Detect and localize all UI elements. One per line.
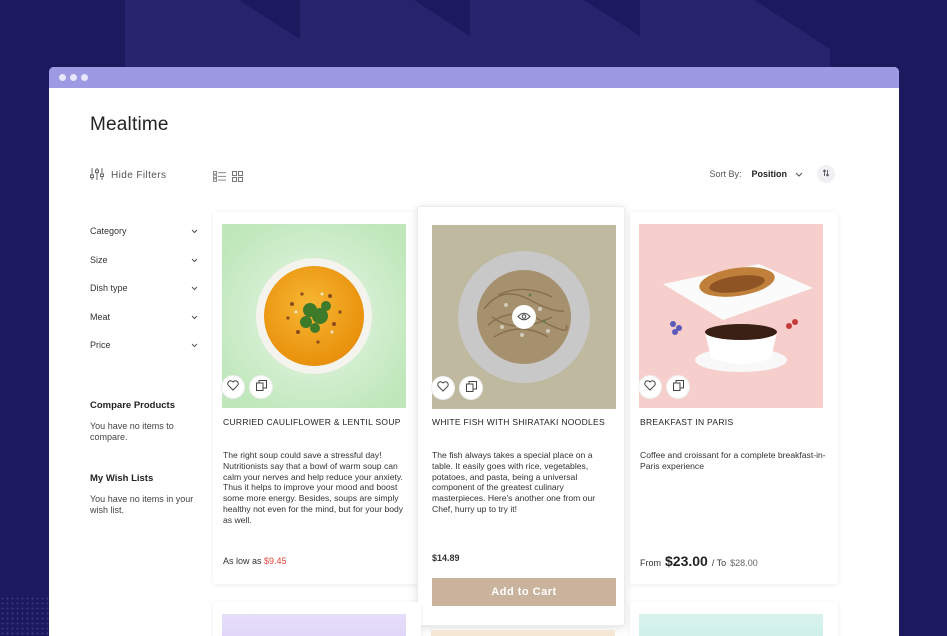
compare-button[interactable] [250, 376, 272, 398]
filter-label: Price [90, 340, 111, 351]
product-image-actions [222, 376, 272, 398]
filter-label: Dish type [90, 283, 128, 294]
window-dot [81, 74, 88, 81]
product-image[interactable] [222, 614, 406, 636]
product-description: The fish always takes a special place on… [432, 450, 596, 514]
compare-products-title: Compare Products [90, 399, 175, 411]
background-shape [300, 0, 490, 70]
filter-price[interactable]: Price [90, 331, 198, 360]
list-view-icon[interactable] [213, 169, 226, 187]
compare-icon [465, 379, 477, 397]
chevron-down-icon [191, 226, 198, 236]
filter-dish-type[interactable]: Dish type [90, 274, 198, 303]
filter-label: Meat [90, 311, 111, 322]
eye-icon [517, 308, 531, 326]
sort-label: Sort By: [709, 169, 742, 179]
background-shape [640, 0, 830, 70]
product-description: Coffee and croissant for a complete brea… [640, 450, 826, 471]
wishlist-button[interactable] [432, 377, 454, 399]
chevron-down-icon [795, 169, 803, 179]
chevron-down-icon [191, 340, 198, 350]
hide-filters-button[interactable]: Hide Filters [90, 168, 166, 183]
heart-icon [644, 378, 656, 396]
price-from-label: From [640, 558, 661, 568]
product-image[interactable] [639, 614, 823, 636]
filter-label: Category [90, 226, 127, 237]
hide-filters-label: Hide Filters [111, 170, 167, 181]
wishlist-button[interactable] [639, 376, 661, 398]
compare-button[interactable] [460, 377, 482, 399]
product-price: $14.89 [432, 553, 460, 563]
product-card[interactable] [630, 602, 838, 636]
price-from: $23.00 [665, 553, 708, 569]
compare-button[interactable] [667, 376, 689, 398]
product-price: As low as $9.45 [223, 556, 287, 566]
add-to-cart-button[interactable]: Add to Cart [432, 578, 616, 606]
product-name[interactable]: Curried Cauliflower & Lentil Soup [223, 417, 401, 427]
sort-select[interactable]: Sort By: Position [709, 169, 803, 179]
product-card[interactable]: Curried Cauliflower & Lentil Soup The ri… [213, 212, 421, 584]
filter-meat[interactable]: Meat [90, 303, 198, 332]
product-card[interactable] [213, 602, 421, 636]
product-description: The right soup could save a stressful da… [223, 450, 404, 525]
heart-icon [227, 378, 239, 396]
product-card[interactable]: White Fish with Shirataki Noodles The fi… [417, 206, 625, 626]
product-image[interactable] [431, 630, 615, 636]
browser-window: Mealtime Hide Filters Sort By: Position [49, 67, 899, 636]
product-name[interactable]: White Fish with Shirataki Noodles [432, 417, 605, 427]
sort-value: Position [751, 169, 788, 179]
window-titlebar [49, 67, 899, 88]
window-dot [59, 74, 66, 81]
price-value: $9.45 [264, 556, 287, 566]
price-prefix: As low as [223, 556, 262, 566]
window-dot [70, 74, 77, 81]
heart-icon [437, 379, 449, 397]
wishlist-button[interactable] [222, 376, 244, 398]
compare-products-text: You have no items to compare. [90, 420, 174, 442]
price-to: $28.00 [730, 558, 758, 568]
filter-sliders-icon [90, 168, 104, 183]
product-image-actions [639, 376, 689, 398]
chevron-down-icon [191, 283, 198, 293]
product-card[interactable]: Breakfast in Paris Coffee and croissant … [630, 212, 838, 584]
compare-icon [672, 378, 684, 396]
page-title: Mealtime [90, 114, 169, 135]
background-dots [0, 596, 50, 636]
sidebar: Category Size Dish type Meat Price Compa… [90, 217, 198, 516]
wish-lists-text: You have no items in your wish list. [90, 493, 194, 515]
compare-icon [255, 378, 267, 396]
product-image-actions [432, 377, 482, 399]
background-shape [125, 0, 315, 70]
background-shape [470, 0, 660, 70]
sort-direction-button[interactable] [817, 165, 835, 183]
chevron-down-icon [191, 312, 198, 322]
product-name[interactable]: Breakfast in Paris [640, 417, 733, 427]
price-to-label: / To [711, 558, 727, 568]
filter-size[interactable]: Size [90, 246, 198, 275]
chevron-down-icon [191, 255, 198, 265]
filter-category[interactable]: Category [90, 217, 198, 246]
quick-view-button[interactable] [512, 305, 536, 329]
wish-lists-title: My Wish Lists [90, 472, 154, 484]
grid-view-icon[interactable] [232, 169, 243, 187]
product-price: From $23.00 / To $28.00 [640, 553, 758, 569]
view-mode-switcher [213, 169, 243, 187]
sort-arrows-icon [822, 169, 830, 179]
filter-label: Size [90, 254, 108, 265]
